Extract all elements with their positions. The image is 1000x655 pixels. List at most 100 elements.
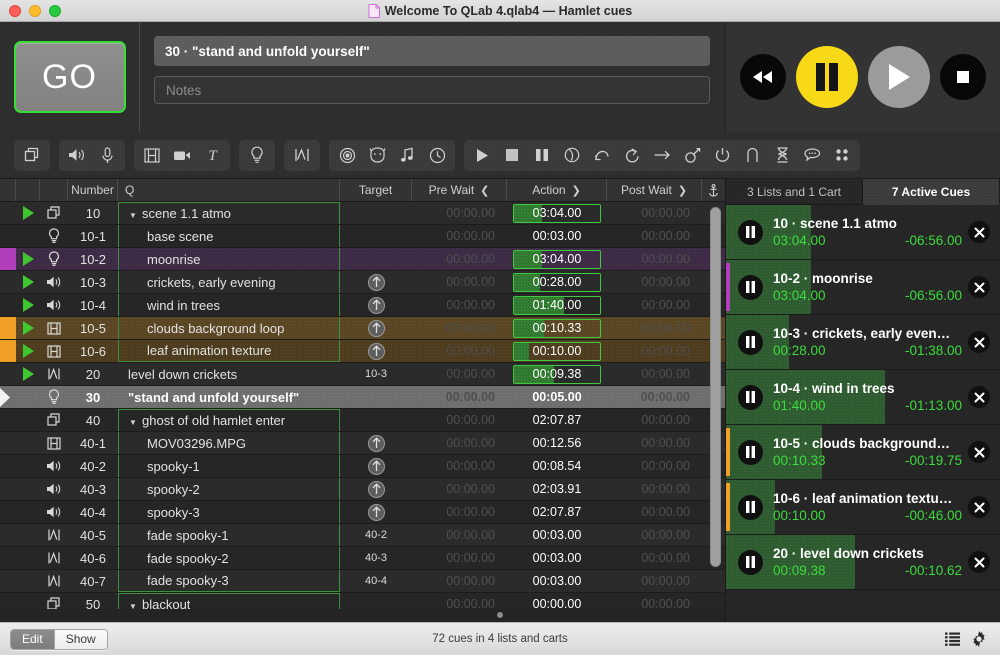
cue-list-hscrollbar[interactable] bbox=[0, 609, 725, 622]
cue-post-wait-cell[interactable]: 00:00.00 bbox=[607, 501, 702, 523]
table-row[interactable]: 40-1MOV03296.MPG00:00.0000:12.5600:00.00 bbox=[0, 432, 725, 455]
cue-post-wait-cell[interactable]: 00:00.00 bbox=[607, 271, 702, 293]
cue-post-wait-cell[interactable]: 00:00.00 bbox=[607, 386, 702, 408]
table-row[interactable]: 30"stand and unfold yourself"00:00.0000:… bbox=[0, 386, 725, 409]
table-row[interactable]: 40-6fade spooky-240-300:00.0000:03.0000:… bbox=[0, 547, 725, 570]
table-row[interactable]: 10-6leaf animation texture00:00.0000:10.… bbox=[0, 340, 725, 363]
cue-list-body[interactable]: 10▼scene 1.1 atmo00:00.0003:04.0000:00.0… bbox=[0, 202, 725, 622]
action-progress-bar[interactable]: 03:04.00 bbox=[513, 204, 601, 223]
header-post-wait[interactable]: Post Wait ❯ bbox=[607, 179, 702, 201]
cue-q-cell[interactable]: level down crickets bbox=[118, 363, 340, 385]
header-pre-wait[interactable]: Pre Wait ❮ bbox=[412, 179, 507, 201]
cue-pre-wait-cell[interactable]: 00:00.00 bbox=[412, 271, 507, 293]
face-icon[interactable] bbox=[363, 142, 391, 169]
cue-target-cell[interactable] bbox=[340, 409, 412, 431]
target-icon[interactable] bbox=[333, 142, 361, 169]
active-cue-row[interactable]: 20 · level down crickets00:09.38-00:10.6… bbox=[726, 535, 1000, 590]
table-row[interactable]: 10-3crickets, early evening00:00.0000:28… bbox=[0, 271, 725, 294]
load-cue-icon[interactable] bbox=[558, 142, 586, 169]
active-cue-pause-button[interactable] bbox=[738, 495, 763, 520]
active-cue-stop-button[interactable] bbox=[968, 331, 990, 353]
film-icon[interactable] bbox=[138, 142, 166, 169]
clock-icon[interactable] bbox=[423, 142, 451, 169]
close-button[interactable] bbox=[9, 5, 21, 17]
cue-pre-wait-cell[interactable]: 00:00.00 bbox=[412, 386, 507, 408]
table-row[interactable]: 40-4spooky-300:00.0002:07.8700:00.00 bbox=[0, 501, 725, 524]
pause-cue-icon[interactable] bbox=[528, 142, 556, 169]
cue-post-wait-cell[interactable]: 00:00.00 bbox=[607, 524, 702, 546]
active-cue-pause-button[interactable] bbox=[738, 220, 763, 245]
cue-q-cell[interactable]: MOV03296.MPG bbox=[118, 432, 340, 454]
active-cue-stop-button[interactable] bbox=[968, 496, 990, 518]
current-cue-field[interactable]: 30 · "stand and unfold yourself" bbox=[154, 36, 710, 66]
cue-q-cell[interactable]: crickets, early evening bbox=[118, 271, 340, 293]
cue-post-wait-cell[interactable]: 00:00.00 bbox=[607, 432, 702, 454]
notes-input[interactable]: Notes bbox=[154, 76, 710, 104]
cue-pre-wait-cell[interactable]: 00:00.00 bbox=[412, 363, 507, 385]
header-number[interactable]: Number bbox=[68, 179, 118, 201]
cue-list-vscrollbar[interactable] bbox=[710, 205, 721, 604]
cue-post-wait-cell[interactable]: 00:00.00 bbox=[607, 478, 702, 500]
cue-q-cell[interactable]: "stand and unfold yourself" bbox=[118, 386, 340, 408]
arm-icon[interactable] bbox=[738, 142, 766, 169]
cue-pre-wait-cell[interactable]: 00:00.00 bbox=[412, 432, 507, 454]
target-up-arrow-icon[interactable] bbox=[368, 274, 385, 291]
table-row[interactable]: 40-5fade spooky-140-200:00.0000:03.0000:… bbox=[0, 524, 725, 547]
target-up-arrow-icon[interactable] bbox=[368, 297, 385, 314]
cue-pre-wait-cell[interactable]: 00:00.00 bbox=[412, 248, 507, 270]
target-up-arrow-icon[interactable] bbox=[368, 458, 385, 475]
action-progress-bar[interactable]: 00:28.00 bbox=[513, 273, 601, 292]
cue-target-cell[interactable] bbox=[340, 340, 412, 362]
cue-q-cell[interactable]: wind in trees bbox=[118, 294, 340, 316]
fade-icon[interactable] bbox=[288, 142, 316, 169]
target-up-arrow-icon[interactable] bbox=[368, 320, 385, 337]
cue-post-wait-cell[interactable]: 00:00.00 bbox=[607, 409, 702, 431]
cue-post-wait-cell[interactable]: 00:00.00 bbox=[607, 340, 702, 362]
active-cue-row[interactable]: 10-6 · leaf animation textu…00:10.00-00:… bbox=[726, 480, 1000, 535]
pause-button[interactable] bbox=[796, 46, 858, 108]
action-progress-bar[interactable]: 03:04.00 bbox=[513, 250, 601, 269]
go-button[interactable]: GO bbox=[14, 41, 126, 113]
table-row[interactable]: 10▼scene 1.1 atmo00:00.0003:04.0000:00.0… bbox=[0, 202, 725, 225]
text-icon[interactable]: T bbox=[198, 142, 226, 169]
table-row[interactable]: 40▼ghost of old hamlet enter00:00.0002:0… bbox=[0, 409, 725, 432]
table-row[interactable]: 10-4wind in trees00:00.0001:40.0000:00.0… bbox=[0, 294, 725, 317]
cue-action-cell[interactable]: 02:07.87 bbox=[507, 409, 607, 431]
cue-post-wait-cell[interactable]: 00:00.00 bbox=[607, 248, 702, 270]
mic-icon[interactable] bbox=[93, 142, 121, 169]
active-cue-row[interactable]: 10-4 · wind in trees01:40.00-01:13.00 bbox=[726, 370, 1000, 425]
cue-q-cell[interactable]: spooky-2 bbox=[118, 478, 340, 500]
cue-pre-wait-cell[interactable]: 00:00.00 bbox=[412, 524, 507, 546]
table-row[interactable]: 10-5clouds background loop00:00.0000:10.… bbox=[0, 317, 725, 340]
cue-q-cell[interactable]: clouds background loop bbox=[118, 317, 340, 339]
rewind-button[interactable] bbox=[740, 54, 786, 100]
cue-flag-magenta[interactable] bbox=[0, 248, 16, 270]
cue-action-cell[interactable]: 00:09.38 bbox=[507, 363, 607, 385]
active-cue-stop-button[interactable] bbox=[968, 276, 990, 298]
cue-pre-wait-cell[interactable]: 00:00.00 bbox=[412, 202, 507, 224]
active-cue-stop-button[interactable] bbox=[968, 551, 990, 573]
active-cue-row[interactable]: 10 · scene 1.1 atmo03:04.00-06:56.00 bbox=[726, 205, 1000, 260]
cue-target-cell[interactable] bbox=[340, 271, 412, 293]
cue-list-vscroll-thumb[interactable] bbox=[710, 207, 721, 567]
cue-action-cell[interactable]: 00:10.00 bbox=[507, 340, 607, 362]
cue-q-cell[interactable]: ▼scene 1.1 atmo bbox=[118, 202, 340, 224]
cue-q-cell[interactable]: spooky-3 bbox=[118, 501, 340, 523]
cue-action-cell[interactable]: 00:12.56 bbox=[507, 432, 607, 454]
active-cue-stop-button[interactable] bbox=[968, 221, 990, 243]
cue-post-wait-cell[interactable]: 00:00.00 bbox=[607, 570, 702, 592]
active-cue-pause-button[interactable] bbox=[738, 550, 763, 575]
cue-pre-wait-cell[interactable]: 00:00.00 bbox=[412, 547, 507, 569]
show-mode-button[interactable]: Show bbox=[54, 630, 107, 649]
cue-q-cell[interactable]: spooky-1 bbox=[118, 455, 340, 477]
cue-q-cell[interactable]: fade spooky-1 bbox=[118, 524, 340, 546]
cue-flag-orange[interactable] bbox=[0, 317, 16, 339]
action-progress-bar[interactable]: 00:09.38 bbox=[513, 365, 601, 384]
cue-target-cell[interactable]: 40-4 bbox=[340, 570, 412, 592]
cue-target-cell[interactable] bbox=[340, 455, 412, 477]
cue-post-wait-cell[interactable]: 00:00.00 bbox=[607, 317, 702, 339]
cue-action-cell[interactable]: 00:03.00 bbox=[507, 225, 607, 247]
cue-pre-wait-cell[interactable]: 00:00.00 bbox=[412, 294, 507, 316]
header-target[interactable]: Target bbox=[340, 179, 412, 201]
target-up-arrow-icon[interactable] bbox=[368, 504, 385, 521]
